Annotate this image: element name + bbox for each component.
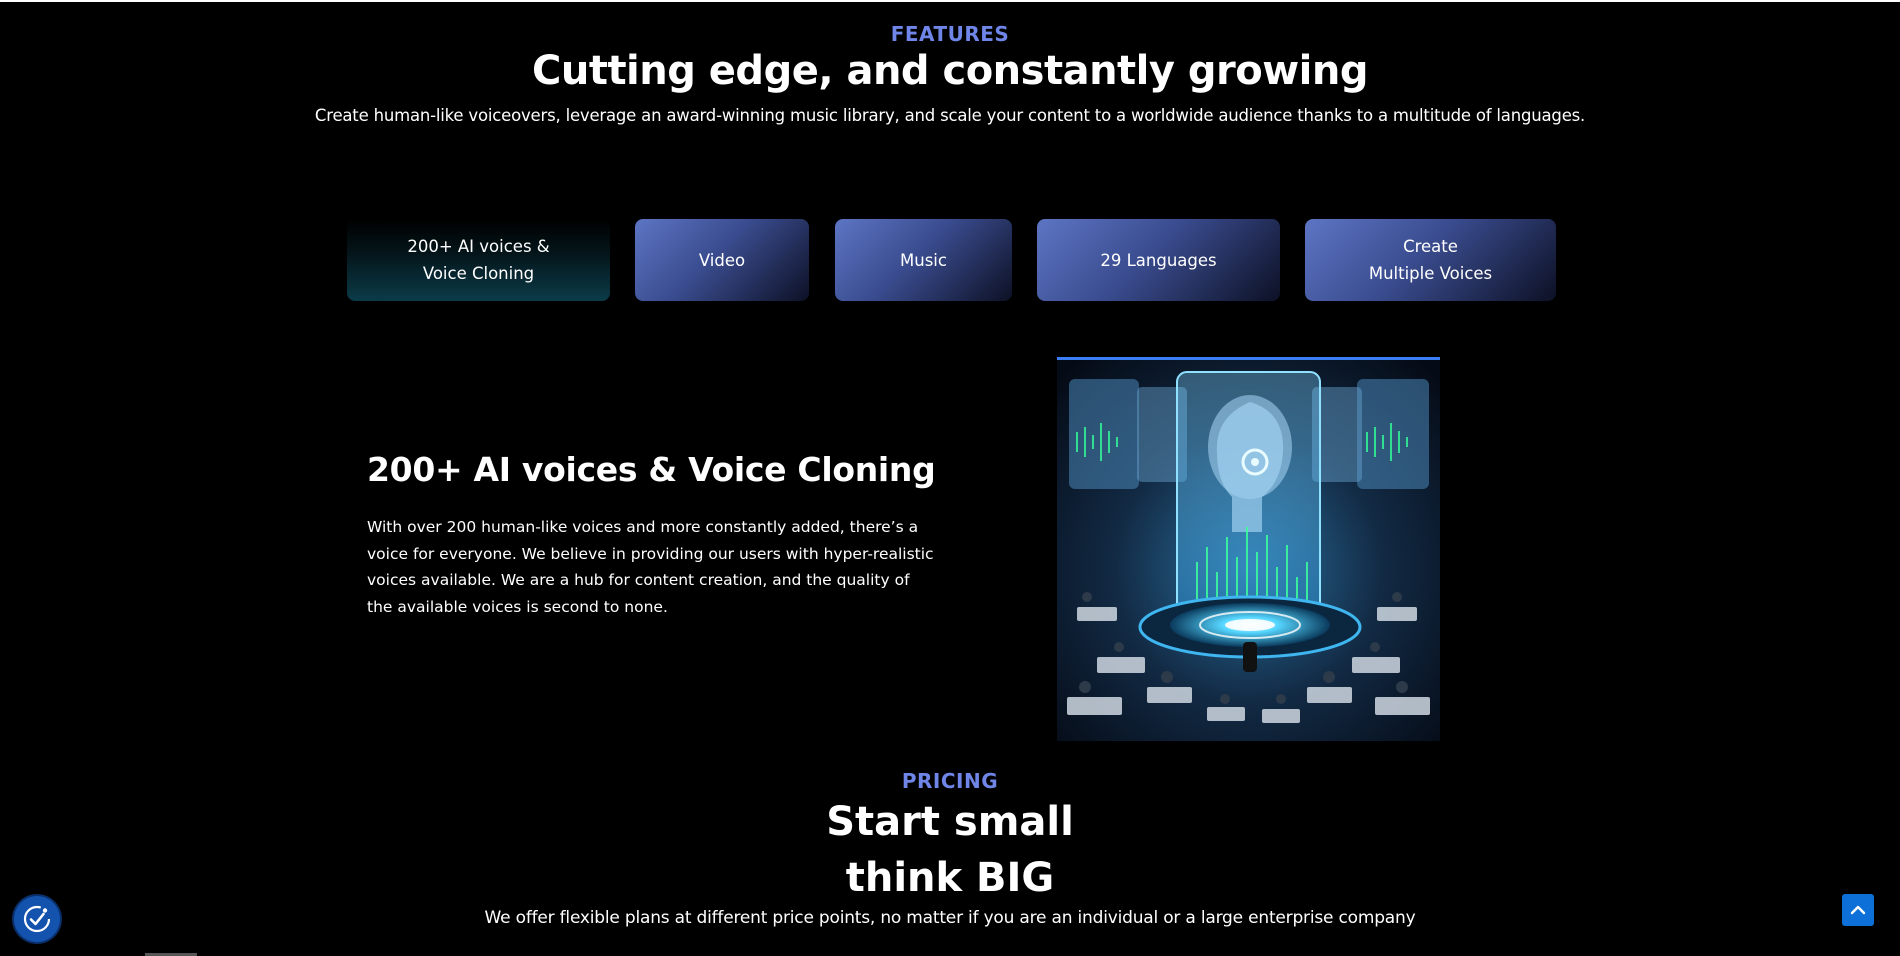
features-title: Cutting edge, and constantly growing	[531, 48, 1369, 94]
feature-detail-body: With over 200 human-like voices and more…	[367, 518, 934, 617]
scroll-to-top-button[interactable]	[1842, 894, 1874, 926]
top-divider	[0, 0, 1900, 2]
tab-label: Music	[900, 250, 947, 270]
pricing-subtitle: We offer flexible plans at different pri…	[484, 908, 1416, 928]
tab-label: Create Multiple Voices	[1368, 237, 1493, 283]
features-subtitle: Create human-like voiceovers, leverage a…	[314, 106, 1586, 125]
features-eyebrow: FEATURES	[890, 22, 1010, 46]
pricing-title-line-1: Start small	[826, 799, 1074, 845]
feature-illustration	[1057, 357, 1440, 741]
pricing-title: Start small think BIG	[0, 794, 1900, 906]
feature-detail-title: 200+ AI voices & Voice Cloning	[367, 450, 936, 489]
pricing-title-line-2: think BIG	[845, 855, 1055, 901]
pricing-eyebrow: PRICING	[901, 769, 999, 793]
tab-languages[interactable]: 29 Languages	[1037, 219, 1280, 301]
tab-multiple-voices[interactable]: Create Multiple Voices	[1305, 219, 1556, 301]
accessibility-check-icon	[23, 905, 51, 933]
voice-cloning-illustration	[1057, 357, 1440, 741]
feature-tabs: 200+ AI voices & Voice Cloning Video Mus…	[0, 219, 1900, 301]
accessibility-button[interactable]	[14, 896, 60, 942]
tab-label: 29 Languages	[1100, 250, 1217, 270]
tab-video[interactable]: Video	[635, 219, 809, 301]
chevron-up-icon	[1850, 905, 1866, 915]
tab-ai-voices[interactable]: 200+ AI voices & Voice Cloning	[347, 219, 610, 301]
tab-label: 200+ AI voices & Voice Cloning	[407, 237, 550, 283]
tab-music[interactable]: Music	[835, 219, 1012, 301]
tab-label: Video	[698, 250, 746, 270]
